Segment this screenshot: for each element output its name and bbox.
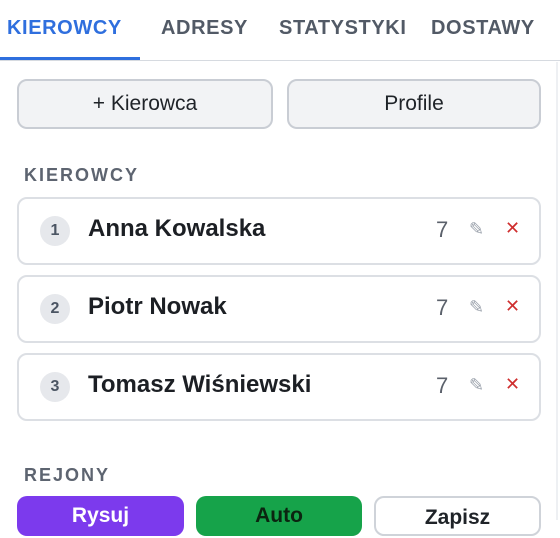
driver-number-badge: 3 <box>40 372 70 402</box>
driver-name: Anna Kowalska <box>88 215 266 242</box>
tab-bar: KIEROWCY ADRESY STATYSTYKI DOSTAWY <box>0 0 560 61</box>
auto-region-button[interactable]: Auto <box>196 496 362 536</box>
pencil-icon[interactable]: ✎ <box>469 297 484 318</box>
driver-count: 7 <box>436 295 449 320</box>
driver-number-badge: 2 <box>40 294 70 324</box>
close-icon[interactable]: ✕ <box>505 296 520 317</box>
save-region-button[interactable]: Zapisz <box>374 496 541 536</box>
profiles-button[interactable]: Profile <box>287 79 541 129</box>
pencil-icon[interactable]: ✎ <box>469 219 484 240</box>
draw-region-button[interactable]: Rysuj <box>17 496 184 536</box>
scrollbar[interactable] <box>556 62 558 520</box>
driver-number-badge: 1 <box>40 216 70 246</box>
active-tab-indicator <box>0 57 140 60</box>
tab-statistics[interactable]: STATYSTYKI <box>279 14 406 42</box>
driver-count: 7 <box>436 373 449 398</box>
driver-name: Piotr Nowak <box>88 293 227 320</box>
close-icon[interactable]: ✕ <box>505 374 520 395</box>
regions-section-title: REJONY <box>24 465 111 485</box>
drivers-section-title: KIEROWCY <box>24 165 139 185</box>
driver-name: Tomasz Wiśniewski <box>88 371 312 398</box>
driver-count: 7 <box>436 217 449 242</box>
add-driver-button[interactable]: + Kierowca <box>17 79 273 129</box>
close-icon[interactable]: ✕ <box>505 218 520 239</box>
driver-card[interactable]: 2 Piotr Nowak 7 ✎ ✕ <box>17 275 541 343</box>
tab-deliveries[interactable]: DOSTAWY <box>431 14 535 42</box>
pencil-icon[interactable]: ✎ <box>469 375 484 396</box>
driver-card[interactable]: 3 Tomasz Wiśniewski 7 ✎ ✕ <box>17 353 541 421</box>
driver-card[interactable]: 1 Anna Kowalska 7 ✎ ✕ <box>17 197 541 265</box>
tab-addresses[interactable]: ADRESY <box>161 14 248 42</box>
tab-drivers[interactable]: KIEROWCY <box>7 14 122 42</box>
